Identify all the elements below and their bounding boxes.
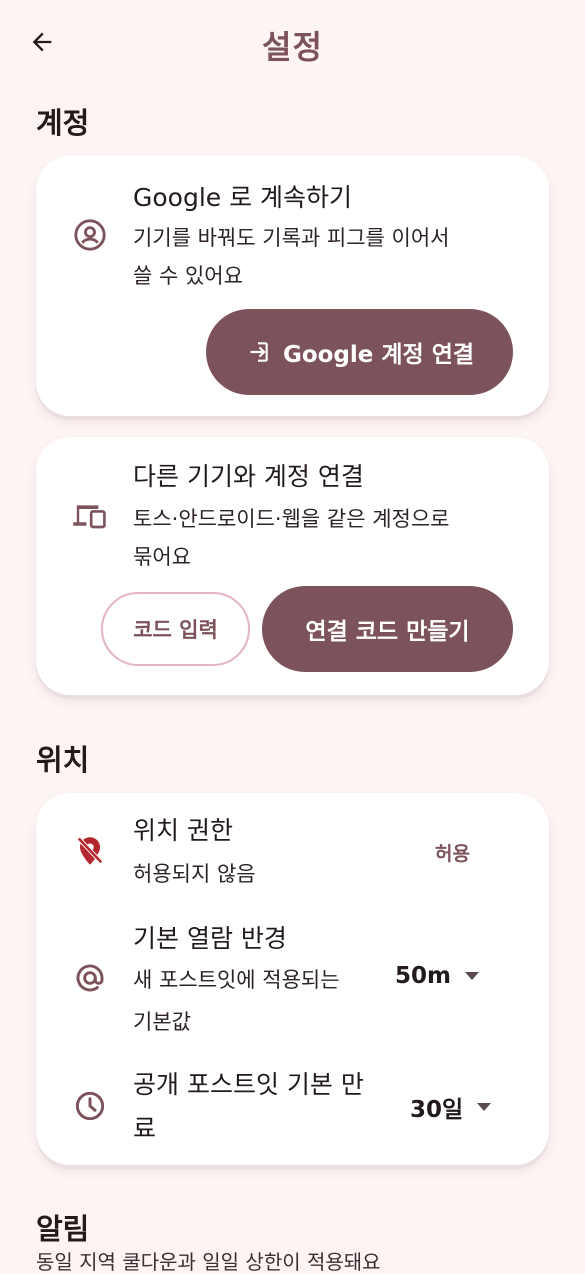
section-title-notifications: 알림 [36,1212,90,1246]
location-permission-status: 허용되지 않음 [133,862,256,886]
devices-icon [72,497,108,533]
allow-location-button[interactable]: 허용 [435,839,470,866]
dropdown-arrow-icon [464,972,479,980]
notifications-desc: 동일 지역 쿨다운과 일일 상한이 적용돼요 [36,1250,381,1274]
location-permission-title: 위치 권한 [133,816,233,845]
link-device-title: 다른 기기와 계정 연결 [133,462,364,491]
default-expiry-dropdown[interactable]: 30일 [410,1090,492,1124]
google-connect-button[interactable]: Google 계정 연결 [206,309,513,395]
google-continue-desc-line2: 쓸 수 있어요 [133,264,243,288]
location-off-icon [72,833,108,869]
location-card: 위치 권한 허용되지 않음 허용 기본 열람 반경 새 포스트잇에 적용되는 기… [36,793,549,1165]
page-title: 설정 [262,28,323,66]
link-device-desc-line1: 토스·안드로이드·웹을 같은 계정으로 [133,507,450,531]
link-device-desc-line2: 묶어요 [133,545,191,569]
section-title-account: 계정 [36,106,90,140]
at-sign-icon [72,960,108,996]
google-continue-desc-line1: 기기를 바꿔도 기록과 피그를 이어서 [133,226,450,250]
default-expiry-value: 30일 [410,1097,464,1123]
default-radius-title: 기본 열람 반경 [133,924,287,953]
app-bar: 설정 [0,0,585,88]
google-account-card: Google 로 계속하기 기기를 바꿔도 기록과 피그를 이어서 쓸 수 있어… [36,156,549,416]
default-expiry-title-line2: 료 [133,1114,157,1143]
create-link-code-button[interactable]: 연결 코드 만들기 [262,586,513,672]
google-continue-title: Google 로 계속하기 [133,183,353,212]
clock-icon [72,1088,108,1124]
default-radius-dropdown[interactable]: 50m [395,963,479,989]
default-radius-desc-line2: 기본값 [133,1010,191,1034]
dropdown-arrow-icon [477,1103,492,1111]
default-radius-desc-line1: 새 포스트잇에 적용되는 [133,968,340,992]
section-title-location: 위치 [36,743,90,777]
google-connect-button-label: Google 계정 연결 [282,342,475,368]
code-input-button[interactable]: 코드 입력 [101,592,250,666]
default-radius-value: 50m [395,963,451,989]
default-expiry-title-line1: 공개 포스트잇 기본 만 [133,1070,364,1099]
account-circle-icon [72,217,108,253]
link-device-card: 다른 기기와 계정 연결 토스·안드로이드·웹을 같은 계정으로 묶어요 코드 … [36,437,549,695]
login-icon [250,342,268,362]
